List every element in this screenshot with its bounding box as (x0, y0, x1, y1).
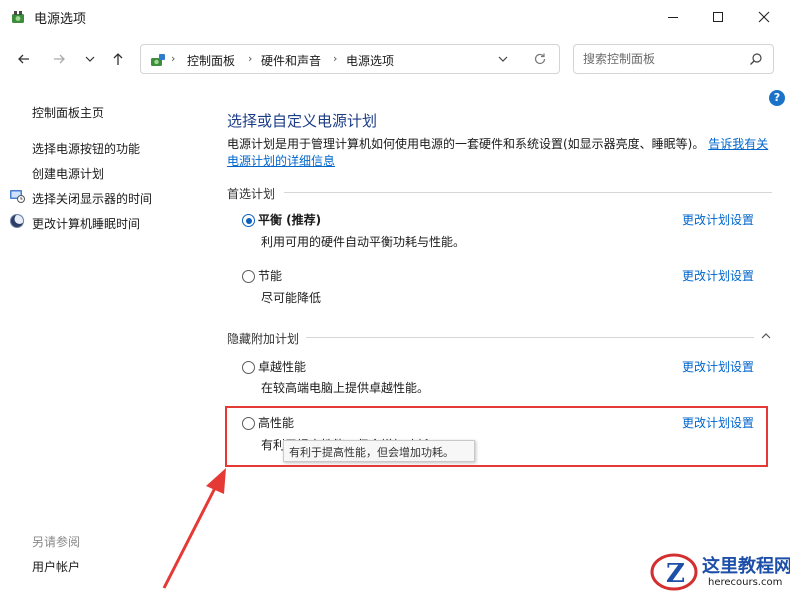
plan-desc-power-saver: 尽可能降低 (261, 291, 322, 305)
see-also-user-accounts[interactable]: 用户帐户 (32, 558, 80, 575)
breadcrumb-control-panel[interactable]: 控制面板 (187, 52, 235, 69)
plan-desc-balanced: 利用可用的硬件自动平衡功耗与性能。 (261, 235, 466, 249)
section-divider (284, 192, 772, 193)
breadcrumb-separator: › (171, 52, 176, 65)
plan-desc-ultimate-performance: 在较高端电脑上提供卓越性能。 (261, 381, 430, 395)
change-plan-settings-balanced[interactable]: 更改计划设置 (682, 211, 754, 228)
search-input[interactable] (583, 50, 743, 68)
svg-text:Z: Z (666, 559, 685, 589)
annotation-highlight-box (225, 406, 768, 467)
close-icon (758, 11, 770, 23)
arrow-up-icon (113, 53, 123, 65)
radio-ultimate-performance[interactable] (242, 361, 255, 374)
radio-power-saver[interactable] (242, 270, 255, 283)
up-button[interactable] (106, 46, 130, 72)
breadcrumb-power-options[interactable]: 电源选项 (346, 52, 394, 69)
sidebar-control-panel-home[interactable]: 控制面板主页 (32, 104, 104, 121)
power-options-icon (10, 8, 28, 26)
address-bar[interactable]: › 控制面板 › 硬件和声音 › 电源选项 (140, 44, 560, 74)
breadcrumb-hardware-sound[interactable]: 硬件和声音 (261, 52, 321, 69)
maximize-icon (713, 12, 723, 22)
minimize-button[interactable] (650, 0, 696, 34)
plan-name-balanced[interactable]: 平衡 (推荐) (258, 211, 321, 228)
help-icon[interactable]: ? (769, 90, 785, 106)
refresh-icon (534, 53, 546, 65)
change-plan-settings-ultimate-performance[interactable]: 更改计划设置 (682, 358, 754, 375)
hidden-plans-label: 隐藏附加计划 (227, 332, 300, 346)
search-box[interactable] (573, 44, 774, 74)
moon-icon (9, 213, 25, 229)
search-icon[interactable] (749, 52, 763, 69)
sidebar-item-display-off-time[interactable]: 选择关闭显示器的时间 (32, 190, 152, 207)
watermark-url: herecours.com (708, 577, 783, 588)
sidebar-item-sleep-time[interactable]: 更改计算机睡眠时间 (32, 215, 140, 232)
chevron-down-icon (498, 56, 508, 62)
back-button[interactable] (12, 46, 36, 72)
plan-name-power-saver[interactable]: 节能 (258, 267, 282, 284)
collapse-section-button[interactable] (760, 330, 772, 345)
section-divider (306, 337, 754, 338)
window-title: 电源选项 (34, 12, 87, 27)
annotation-arrow-icon (162, 468, 226, 589)
chevron-up-icon (761, 333, 771, 339)
address-history-button[interactable] (497, 53, 509, 68)
preferred-plans-label: 首选计划 (227, 187, 276, 201)
forward-button[interactable] (47, 46, 71, 72)
sidebar-item-create-plan[interactable]: 创建电源计划 (32, 165, 104, 182)
arrow-right-icon (54, 54, 65, 64)
breadcrumb-separator: › (248, 52, 253, 65)
change-plan-settings-power-saver[interactable]: 更改计划设置 (682, 267, 754, 284)
maximize-button[interactable] (695, 0, 741, 34)
arrow-left-icon (18, 54, 29, 64)
page-description: 电源计划是用于管理计算机如何使用电源的一套硬件和系统设置(如显示器亮度、睡眠等)… (227, 136, 777, 170)
title-bar: 电源选项 (0, 0, 790, 34)
close-button[interactable] (741, 0, 787, 34)
radio-balanced[interactable] (242, 214, 255, 227)
minimize-icon (668, 17, 678, 18)
description-text: 电源计划是用于管理计算机如何使用电源的一套硬件和系统设置(如显示器亮度、睡眠等)… (227, 137, 705, 151)
watermark-title: 这里教程网 (702, 556, 790, 577)
monitor-clock-icon (9, 188, 25, 204)
plan-name-ultimate-performance[interactable]: 卓越性能 (258, 358, 306, 375)
chevron-down-icon (85, 56, 95, 62)
refresh-button[interactable] (533, 52, 547, 69)
page-title: 选择或自定义电源计划 (227, 112, 378, 130)
breadcrumb-separator: › (333, 52, 338, 65)
control-panel-icon (149, 51, 167, 69)
recent-locations-button[interactable] (78, 46, 102, 72)
see-also-heading: 另请参阅 (32, 535, 81, 549)
sidebar-item-power-buttons[interactable]: 选择电源按钮的功能 (32, 140, 140, 157)
